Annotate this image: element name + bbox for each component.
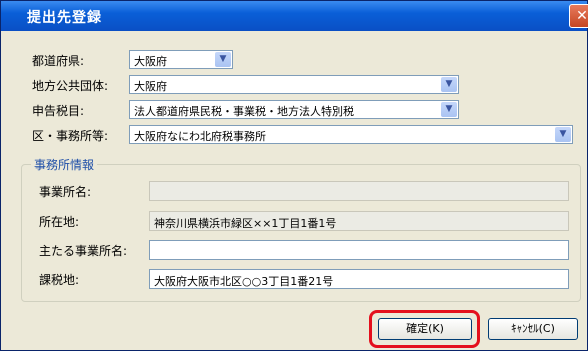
- tax-location-field[interactable]: 大阪府大阪市北区○○3丁目1番21号: [149, 269, 569, 289]
- local-gov-label: 地方公共団体:: [32, 79, 109, 93]
- main-office-field[interactable]: [149, 240, 569, 260]
- tax-location-label: 課税地:: [39, 273, 80, 287]
- ok-button[interactable]: 確定(K): [378, 318, 472, 340]
- main-office-label: 主たる事業所名:: [39, 244, 128, 258]
- cancel-button[interactable]: ｷｬﾝｾﾙ(C): [488, 318, 578, 340]
- close-icon: ✕: [576, 8, 588, 24]
- local-gov-value: 大阪府: [134, 80, 167, 93]
- chevron-down-icon[interactable]: ▼: [441, 102, 457, 117]
- tax-item-select[interactable]: 法人都道府県民税・事業税・地方法人特別税 ▼: [129, 100, 459, 119]
- office-value: 大阪府なにわ北府税事務所: [134, 130, 266, 143]
- tax-location-value: 大阪府大阪市北区○○3丁目1番21号: [154, 275, 334, 288]
- tax-item-value: 法人都道府県民税・事業税・地方法人特別税: [134, 105, 354, 118]
- office-label: 区・事務所等:: [32, 129, 109, 143]
- office-info-title: 事務所情報: [31, 156, 98, 173]
- prefecture-label: 都道府県:: [32, 54, 85, 68]
- local-gov-select[interactable]: 大阪府 ▼: [129, 75, 459, 94]
- close-button[interactable]: ✕: [569, 4, 588, 28]
- prefecture-select[interactable]: 大阪府 ▼: [129, 50, 233, 69]
- chevron-down-icon[interactable]: ▼: [441, 77, 457, 92]
- address-label: 所在地:: [39, 215, 80, 229]
- address-field: 神奈川県横浜市緑区××1丁目1番1号: [149, 211, 569, 231]
- prefecture-value: 大阪府: [134, 55, 167, 68]
- tax-item-label: 申告税目:: [32, 104, 85, 118]
- dialog-window: 提出先登録 ✕ 都道府県: 大阪府 ▼ 地方公共団体: 大阪府 ▼ 申告税目: …: [0, 0, 588, 351]
- title-bar[interactable]: 提出先登録 ✕: [1, 1, 588, 31]
- address-value: 神奈川県横浜市緑区××1丁目1番1号: [154, 217, 337, 230]
- business-name-label: 事業所名:: [39, 185, 92, 199]
- dialog-title: 提出先登録: [27, 10, 102, 26]
- office-select[interactable]: 大阪府なにわ北府税事務所 ▼: [129, 125, 573, 144]
- chevron-down-icon[interactable]: ▼: [555, 127, 571, 142]
- business-name-field: [149, 181, 569, 201]
- chevron-down-icon[interactable]: ▼: [215, 52, 231, 67]
